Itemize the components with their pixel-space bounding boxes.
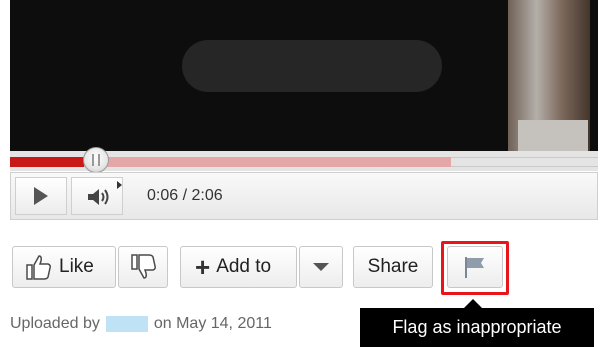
play-button[interactable] (15, 177, 67, 215)
chevron-down-icon (313, 263, 329, 271)
share-button[interactable]: Share (353, 246, 433, 288)
video-frame[interactable] (10, 0, 598, 151)
volume-icon (88, 189, 109, 205)
add-to-label: Add to (216, 256, 272, 277)
like-button[interactable]: Like (12, 246, 116, 288)
add-to-dropdown-button[interactable] (299, 246, 343, 288)
play-icon (34, 187, 48, 205)
volume-expand-icon (117, 181, 122, 189)
player-controls: 0:06 / 2:06 (10, 172, 598, 220)
dislike-button[interactable] (118, 246, 168, 288)
thumbs-down-icon (131, 254, 156, 279)
add-to-button[interactable]: + Add to (180, 246, 297, 288)
uploaded-by-text: Uploaded by (10, 315, 100, 332)
video-figure (508, 0, 590, 151)
progress-scrubber-handle[interactable] (82, 147, 109, 173)
like-label: Like (59, 256, 94, 277)
progress-played (10, 157, 84, 167)
flag-button-highlight (441, 241, 509, 295)
video-overlay (182, 40, 442, 92)
share-label: Share (367, 256, 419, 277)
plus-icon: + (195, 252, 211, 282)
upload-info: Uploaded by on May 14, 2011 (10, 315, 272, 333)
progress-bar[interactable] (10, 147, 598, 173)
volume-button[interactable] (71, 177, 123, 215)
thumbs-up-icon (26, 255, 51, 280)
uploader-link-redacted[interactable] (105, 316, 148, 332)
time-display: 0:06 / 2:06 (147, 187, 223, 204)
tooltip-text: Flag as inappropriate (392, 317, 562, 337)
flag-tooltip: Flag as inappropriate (360, 299, 594, 347)
upload-date: on May 14, 2011 (153, 315, 272, 332)
